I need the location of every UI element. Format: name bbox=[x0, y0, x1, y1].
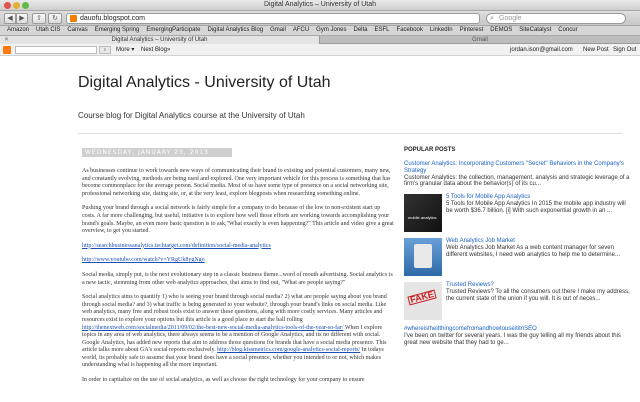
bookmarks-bar: Amazon Utah CIS Canvas Emerging Spring Emerg… bbox=[0, 26, 640, 36]
blog-search-button[interactable]: ⌕ bbox=[99, 46, 111, 54]
back-button[interactable]: ◀ bbox=[4, 13, 16, 24]
tab-label: Gmail bbox=[472, 37, 488, 43]
popular-post: #whereistheitthingcomefromandhowtouseiti… bbox=[404, 326, 632, 346]
post-paragraph: Pushing your brand through a social netw… bbox=[82, 205, 394, 235]
post-link[interactable]: http://searchbusinessanalytics.techtarge… bbox=[82, 243, 271, 249]
bookmark-item[interactable]: ESFL bbox=[375, 26, 390, 35]
next-blog-link[interactable]: Next Blog» bbox=[141, 44, 170, 56]
post-link[interactable]: http://blog.kissmetrics.com/google-analy… bbox=[217, 347, 360, 353]
search-field[interactable]: ⌕ Google bbox=[486, 13, 626, 24]
sign-out-link[interactable]: Sign Out bbox=[613, 44, 636, 56]
tab-close-icon[interactable]: ✕ bbox=[4, 36, 9, 44]
thumbnail-caption: mobile analytics bbox=[408, 215, 437, 221]
bookmark-item[interactable]: Pinterest bbox=[460, 26, 484, 35]
popular-post: mobile analytics 5 Tools for Mobile App … bbox=[404, 194, 632, 233]
sidebar: POPULAR POSTS Customer Analytics: Incorp… bbox=[404, 147, 632, 353]
reload-icon[interactable]: ↻ bbox=[48, 13, 62, 24]
share-icon[interactable]: ⇧ bbox=[32, 13, 46, 24]
bookmark-item[interactable]: Gym Jones bbox=[316, 26, 346, 35]
bookmark-item[interactable]: Utah CIS bbox=[36, 26, 60, 35]
bookmark-item[interactable]: Gmail bbox=[270, 26, 286, 35]
popular-posts-title: POPULAR POSTS bbox=[404, 147, 456, 153]
bookmark-item[interactable]: DEMOS bbox=[490, 26, 512, 35]
search-placeholder: Google bbox=[499, 15, 522, 22]
blogger-navbar: ⌕ More ▾ Next Blog» jordan.ison@gmail.co… bbox=[0, 44, 640, 56]
post-paragraph: As businesses continue to work towards n… bbox=[82, 168, 391, 197]
bookmark-item[interactable]: Digital Analytics Blog bbox=[207, 26, 263, 35]
post-paragraph: Social analytics aims to quantify 1) who… bbox=[82, 294, 394, 370]
more-menu[interactable]: More ▾ bbox=[116, 44, 134, 56]
address-bar[interactable]: dauofu.blogspot.com bbox=[66, 13, 480, 24]
window-titlebar: Digital Analytics – University of Utah bbox=[0, 0, 640, 11]
blog-search-input[interactable] bbox=[15, 46, 97, 54]
forward-button[interactable]: ▶ bbox=[16, 13, 28, 24]
popular-post-snippet: I've been on twitter for several years. … bbox=[404, 332, 621, 346]
address-bar-url: dauofu.blogspot.com bbox=[80, 15, 145, 22]
bookmark-item[interactable]: LinkedIn bbox=[430, 26, 453, 35]
popular-post: FAKE Trusted Reviews? Trusted Reviews? T… bbox=[404, 282, 632, 321]
bookmark-item[interactable]: EmergingParticipate bbox=[146, 26, 200, 35]
popular-post-snippet: Trusted Reviews? To all the consumers ou… bbox=[446, 288, 630, 302]
post-date: WEDNESDAY, JANUARY 23, 2013 bbox=[82, 148, 232, 157]
bookmark-item[interactable]: SiteCatalyst bbox=[519, 26, 551, 35]
job-market-thumbnail[interactable] bbox=[404, 238, 442, 277]
fake-stamp-thumbnail[interactable]: FAKE bbox=[404, 282, 442, 321]
more-label: More bbox=[116, 47, 130, 53]
blog-page: Digital Analytics - University of Utah C… bbox=[0, 57, 640, 402]
post-paragraph: Social media, simply put, is the next ev… bbox=[82, 271, 393, 286]
popular-post: Customer Analytics: Incorporating Custom… bbox=[404, 161, 632, 188]
post-link[interactable]: http://www.youtube.com/watch?v=YRgUk8ygN… bbox=[82, 257, 205, 263]
post-text: Social analytics aims to quantify 1) who… bbox=[82, 294, 387, 323]
tab-gmail[interactable]: Gmail bbox=[320, 36, 640, 44]
popular-post-title[interactable]: Trusted Reviews? bbox=[446, 282, 632, 289]
bookmark-item[interactable]: Canvas bbox=[67, 26, 87, 35]
fake-stamp-text: FAKE bbox=[407, 289, 437, 306]
tab-digital-analytics[interactable]: ✕ Digital Analytics – University of Utah bbox=[0, 36, 320, 44]
mobile-analytics-thumbnail[interactable]: mobile analytics bbox=[404, 194, 442, 233]
window-title: Digital Analytics – University of Utah bbox=[263, 1, 377, 8]
popular-post-snippet: Customer Analytics: the collection, mana… bbox=[404, 174, 630, 188]
post-link[interactable]: http://thenextweb.com/socialmedia/2011/0… bbox=[82, 325, 343, 331]
site-favicon-icon bbox=[70, 15, 77, 22]
browser-toolbar: ◀ ▶ ⇧ ↻ dauofu.blogspot.com ⌕ Google bbox=[0, 11, 640, 26]
popular-post: Web Analytics Job Market Web Analytics J… bbox=[404, 238, 632, 277]
clipboard-icon bbox=[414, 244, 432, 269]
tab-strip: ✕ Digital Analytics – University of Utah… bbox=[0, 36, 640, 44]
popular-post-title[interactable]: 5 Tools for Mobile App Analytics bbox=[446, 194, 632, 201]
tab-label: Digital Analytics – University of Utah bbox=[111, 37, 208, 43]
bookmark-item[interactable]: AFCU bbox=[293, 26, 309, 35]
popular-post-snippet: Web Analytics Job Market As a web conten… bbox=[446, 244, 620, 258]
new-post-link[interactable]: New Post bbox=[583, 44, 609, 56]
bookmark-item[interactable]: Emerging Spring bbox=[95, 26, 140, 35]
blog-description: Course blog for Digital Analytics course… bbox=[78, 111, 305, 120]
popular-post-title[interactable]: #whereistheitthingcomefromandhowtouseiti… bbox=[404, 326, 632, 333]
blogger-logo-icon[interactable] bbox=[3, 46, 11, 54]
user-email: jordan.ison@gmail.com bbox=[510, 47, 573, 53]
popular-post-title[interactable]: Customer Analytics: Incorporating Custom… bbox=[404, 161, 632, 175]
post-body: As businesses continue to work towards n… bbox=[82, 168, 394, 392]
search-icon: ⌕ bbox=[490, 15, 494, 22]
bookmark-item[interactable]: Concur bbox=[558, 26, 577, 35]
bookmark-item[interactable]: Amazon bbox=[7, 26, 29, 35]
popular-post-snippet: 5 Tools for Mobile App Analytics In 2015… bbox=[446, 200, 626, 214]
header-divider bbox=[78, 133, 622, 134]
bookmark-item[interactable]: Delta bbox=[354, 26, 368, 35]
post-paragraph: In order to capitalize on the use of soc… bbox=[82, 377, 365, 384]
blog-title[interactable]: Digital Analytics - University of Utah bbox=[78, 74, 331, 92]
popular-post-title[interactable]: Web Analytics Job Market bbox=[446, 238, 632, 245]
bookmark-item[interactable]: Facebook bbox=[397, 26, 423, 35]
